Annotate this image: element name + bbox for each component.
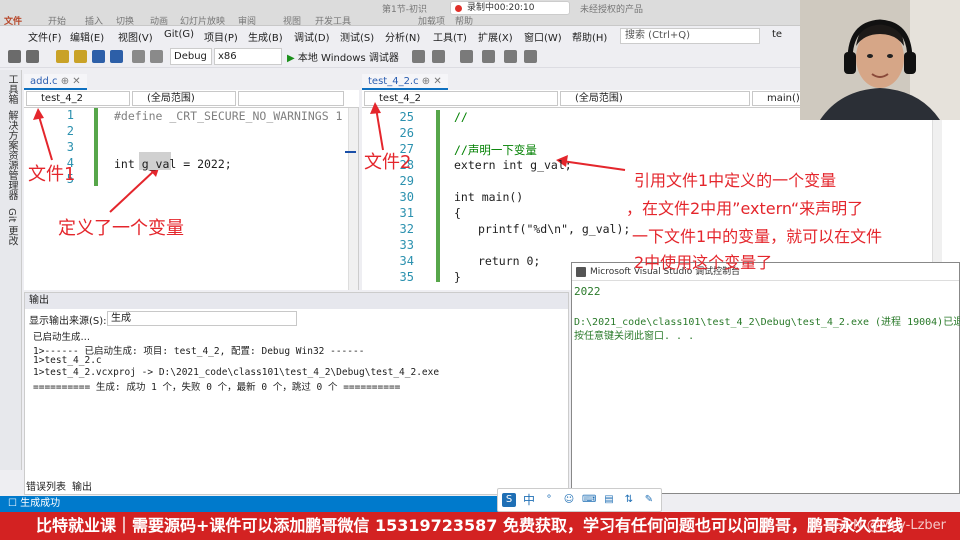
annotation-explain: 一下文件1中的变量，就可以在文件 [632,227,883,246]
line-number: 25 [399,110,414,124]
line-number: 29 [399,174,414,188]
code-line: { [454,206,461,220]
annotation-define-variable: 定义了一个变量 [58,218,184,239]
annotation-explain: 2中使用这个变量了 [634,253,773,272]
line-number: 30 [399,190,414,204]
line-number: 32 [399,222,414,236]
code-line: int g_val = 2022; [114,157,232,171]
annotation-explain: 引用文件1中定义的一个变量 [634,171,837,190]
annotation-explain: ，在文件2中用”extern“来声明了 [626,199,864,218]
code-line: int main() [454,190,524,204]
line-number: 26 [399,126,414,140]
code-line: return 0; [478,254,541,268]
annotation-file2: 文件2 [364,152,412,173]
line-number: 1 [66,108,74,122]
line-number: 33 [399,238,414,252]
code-line: } [454,270,461,284]
line-number: 31 [399,206,414,220]
code-line: #define _CRT_SECURE_NO_WARNINGS 1 [114,109,343,123]
line-number: 35 [399,270,414,284]
line-number: 2 [66,124,74,138]
annotation-file1: 文件1 [28,164,76,185]
line-number: 3 [66,140,74,154]
code-line: printf("%d\n", g_val); [478,222,631,236]
left-code-layer: 1 2 3 4 5 #define _CRT_SECURE_NO_WARNING… [24,108,359,290]
csdn-watermark: CSDN @Mcy-Lzber [825,518,946,533]
code-line: extern int g_val; [454,158,572,172]
line-number: 34 [399,254,414,268]
code-line: //声明一下变量 [454,143,537,157]
code-line: // [454,110,468,124]
promo-banner: 比特就业课｜需要源码+课件可以添加鹏哥微信 15319723587 免费获取，学… [0,512,960,540]
